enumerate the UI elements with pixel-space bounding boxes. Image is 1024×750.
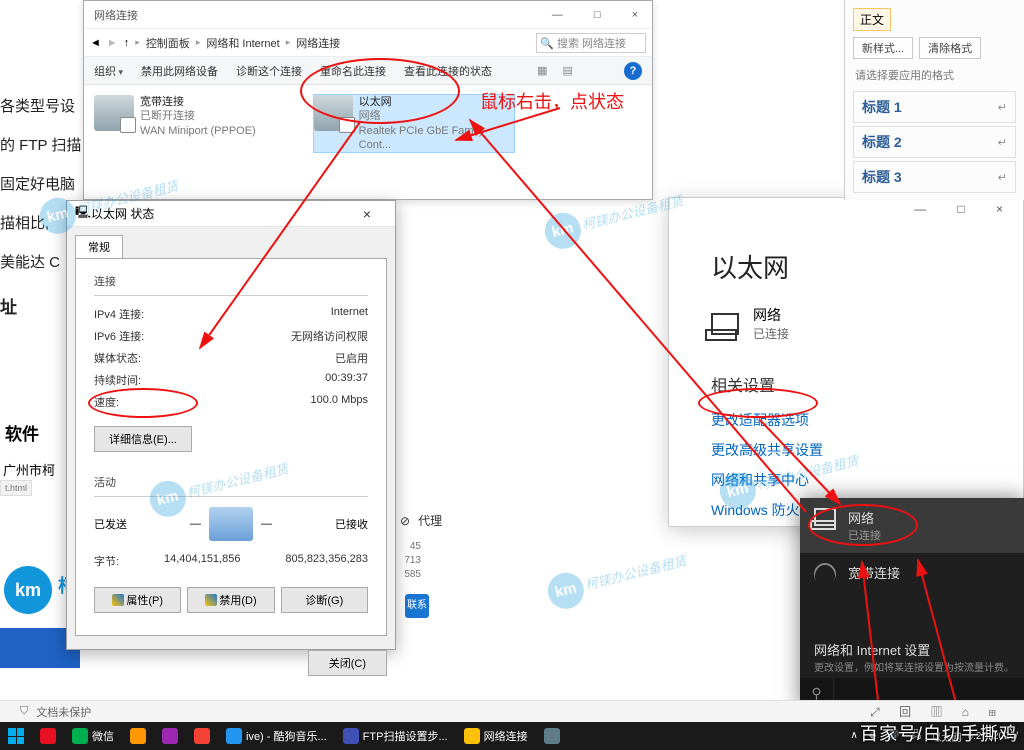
app-icon <box>464 728 480 744</box>
style-heading-1[interactable]: 标题 1↵ <box>853 91 1016 123</box>
organize-menu[interactable]: 组织 <box>94 63 123 79</box>
back-icon[interactable]: ◄ <box>90 37 101 49</box>
app-icon <box>194 728 210 744</box>
word-styles-panel: 正文 新样式... 清除格式 请选择要应用的格式 标题 1↵ 标题 2↵ 标题 … <box>844 0 1024 200</box>
flyout-broadband-item[interactable]: 宽带连接 <box>800 553 1024 595</box>
forward-icon[interactable]: ► <box>107 37 118 49</box>
number-fragment: 45713585 <box>401 540 421 582</box>
app-icon <box>40 728 56 744</box>
contact-button[interactable]: 联系 <box>405 594 429 618</box>
link-sharing-center[interactable]: 网络和共享中心 <box>711 470 1023 490</box>
disable-device-button[interactable]: 禁用此网络设备 <box>141 63 218 79</box>
taskbar-item[interactable] <box>32 722 64 750</box>
close-button[interactable]: 关闭(C) <box>308 650 387 676</box>
ethernet-icon <box>814 508 836 526</box>
app-icon <box>130 728 146 744</box>
flyout-settings-link[interactable]: 网络和 Internet 设置 更改设置，例如将某连接设置为按流量计费。 <box>814 640 1014 674</box>
dialup-icon <box>809 558 840 589</box>
disable-button[interactable]: 禁用(D) <box>187 587 274 613</box>
proxy-label: ⊘代理 <box>400 512 442 529</box>
settings-ethernet-window: — □ × 以太网 网络已连接 相关设置 更改适配器选项 更改高级共享设置 网络… <box>668 197 1024 527</box>
network-flyout: 网络已连接 宽带连接 网络和 Internet 设置 更改设置，例如将某连接设置… <box>800 498 1024 708</box>
taskbar-item[interactable]: 微信 <box>64 722 122 750</box>
search-input[interactable]: 🔍 搜索 网络连接 <box>536 33 646 53</box>
taskbar-item[interactable] <box>536 722 568 750</box>
link-adapter-options[interactable]: 更改适配器选项 <box>711 410 1023 430</box>
clear-format-button[interactable]: 清除格式 <box>919 37 981 59</box>
style-heading-3[interactable]: 标题 3↵ <box>853 161 1016 193</box>
taskbar-item[interactable]: ive) - 酷狗音乐... <box>218 722 335 750</box>
taskbar-item[interactable] <box>186 722 218 750</box>
link-sharing-options[interactable]: 更改高级共享设置 <box>711 440 1023 460</box>
styles-hint: 请选择要应用的格式 <box>855 67 1016 83</box>
group-activity: 活动 <box>94 474 368 490</box>
view-status-button[interactable]: 查看此连接的状态 <box>404 63 492 79</box>
network-entry[interactable]: 网络已连接 <box>711 305 1023 342</box>
rename-button[interactable]: 重命名此连接 <box>320 63 386 79</box>
close-icon[interactable]: × <box>347 206 387 222</box>
properties-button[interactable]: 属性(P) <box>94 587 181 613</box>
window-controls[interactable]: — □ × <box>914 202 1017 216</box>
app-icon <box>343 728 359 744</box>
style-heading-2[interactable]: 标题 2↵ <box>853 126 1016 158</box>
adapter-icon <box>314 95 353 131</box>
app-icon <box>544 728 560 744</box>
diagnose-button[interactable]: 诊断(G) <box>281 587 368 613</box>
heading-software: 软件 <box>5 420 65 445</box>
app-icon <box>72 728 88 744</box>
view-icons[interactable]: ⤢ 回 ▥ ⌂ ⊞ <box>870 703 1004 720</box>
details-button[interactable]: 详细信息(E)... <box>94 426 192 452</box>
adapter-small-icon: 🖳 <box>75 203 91 224</box>
taskbar-item[interactable] <box>122 722 154 750</box>
ethernet-status-dialog: 🖳 以太网 状态 × 常规 连接 IPv4 连接:Internet IPv6 连… <box>66 200 396 650</box>
explorer-toolbar: 组织 禁用此网络设备 诊断这个连接 重命名此连接 查看此连接的状态 ▦ ▤ ? <box>84 57 652 85</box>
up-icon[interactable]: ↑ <box>124 37 130 49</box>
ethernet-icon <box>711 313 739 335</box>
breadcrumb[interactable]: ◄ ► ↑ ▸控制面板 ▸网络和 Internet ▸网络连接 🔍 搜索 网络连… <box>84 29 652 57</box>
help-icon[interactable]: ? <box>624 62 642 80</box>
flyout-network-item[interactable]: 网络已连接 <box>800 498 1024 553</box>
dialog-titlebar: 🖳 以太网 状态 × <box>67 201 395 227</box>
network-connections-window: 网络连接 — □ × ◄ ► ↑ ▸控制面板 ▸网络和 Internet ▸网络… <box>83 0 653 200</box>
shield-icon: ⛉ <box>20 705 28 718</box>
shield-icon <box>112 594 124 606</box>
diagnose-button[interactable]: 诊断这个连接 <box>236 63 302 79</box>
app-icon <box>226 728 242 744</box>
km-logo-icon: km <box>4 566 52 614</box>
search-icon: 🔍 <box>540 37 554 50</box>
adapter-icon <box>94 95 134 131</box>
shield-icon <box>205 594 217 606</box>
window-titlebar: 网络连接 — □ × <box>84 1 652 29</box>
related-settings-header: 相关设置 <box>711 372 1023 396</box>
document-status-bar: ⛉ 文档未保护 ⤢ 回 ▥ ⌂ ⊞ <box>0 700 1024 722</box>
page-title: 以太网 <box>711 248 1023 285</box>
style-body[interactable]: 正文 <box>853 8 891 31</box>
connection-broadband[interactable]: 宽带连接 已断开连接 WAN Miniport (PPPOE) <box>94 95 294 152</box>
taskbar-item[interactable]: 网络连接 <box>456 722 536 750</box>
activity-icon <box>209 507 253 541</box>
taskbar-item[interactable] <box>154 722 186 750</box>
proxy-icon: ⊘ <box>400 514 410 528</box>
group-connection: 连接 <box>94 273 368 289</box>
tab-general[interactable]: 常规 <box>75 235 123 258</box>
view-icons[interactable]: ▦ ▤ <box>537 64 579 77</box>
taskbar-item[interactable]: FTP扫描设置步... <box>335 722 456 750</box>
baijiahao-watermark: 百家号/白切手撕鸡 <box>860 720 1018 746</box>
start-button[interactable] <box>0 722 32 750</box>
new-style-button[interactable]: 新样式... <box>853 37 913 59</box>
app-icon <box>162 728 178 744</box>
window-controls[interactable]: — □ × <box>552 9 652 21</box>
connection-ethernet[interactable]: 以太网 网络 Realtek PCIe GbE Family Cont... <box>314 95 514 152</box>
